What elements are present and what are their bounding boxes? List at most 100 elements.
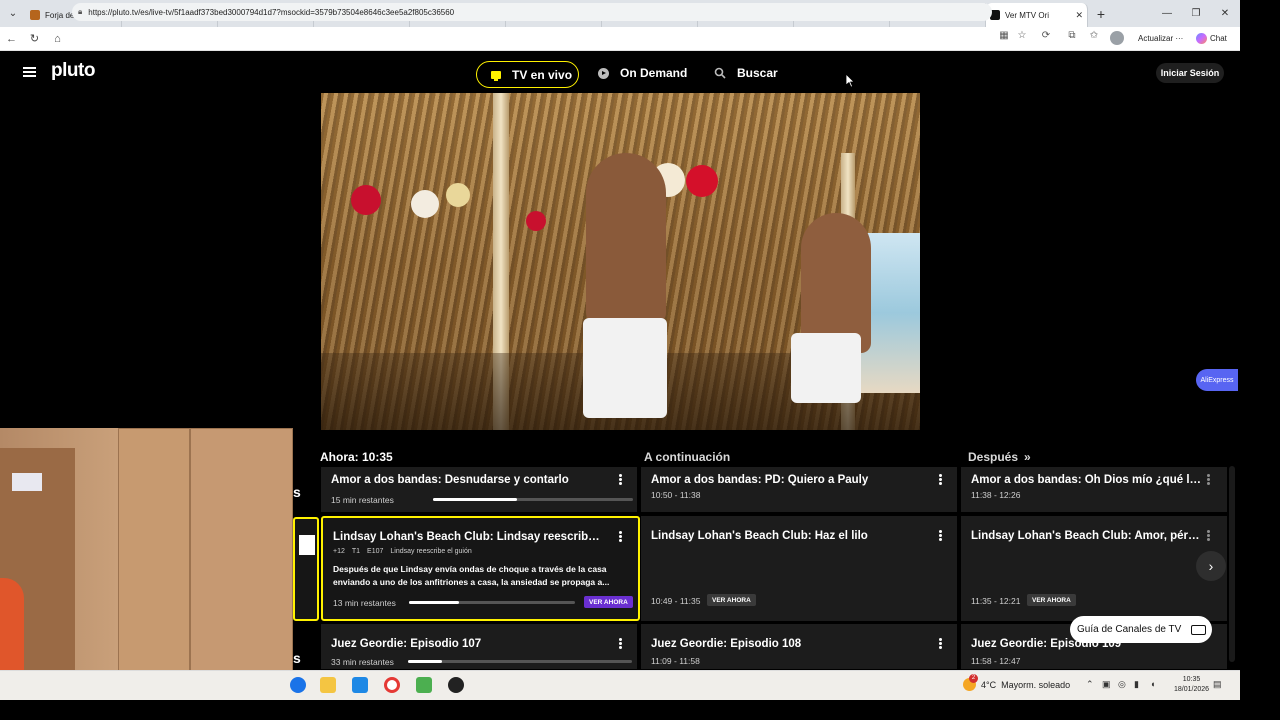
tray-network-icon[interactable]: ◎ [1118, 679, 1126, 690]
tray-volume-icon[interactable]: ◖ [1150, 679, 1155, 689]
split-screen-icon[interactable]: ⧉ [1064, 30, 1080, 41]
person-figure [801, 213, 871, 353]
more-options-icon[interactable] [619, 474, 622, 485]
browser-tab[interactable]: Ver MTV Ori ✕ [986, 3, 1088, 27]
url-text: https://pluto.tv/es/live-tv/5f1aadf373be… [88, 7, 455, 17]
clock-time: 10:35 [1182, 676, 1201, 683]
extensions-icon[interactable]: ⟳ [1038, 30, 1054, 41]
watch-now-button[interactable]: VER AHORA [584, 596, 633, 608]
pluto-logo[interactable]: pluto [51, 60, 95, 82]
col-after-header[interactable]: Después » [968, 450, 1031, 464]
program-title: Lindsay Lohan's Beach Club: Lindsay rees… [333, 531, 603, 543]
weather-widget[interactable]: 2 4°C Mayorm. soleado [963, 674, 1071, 691]
more-options-icon[interactable] [939, 530, 942, 541]
more-options-icon[interactable] [1207, 530, 1210, 541]
taskbar-clock[interactable]: 10:35 18/01/2026 [1174, 675, 1209, 695]
webcam-overlay [0, 428, 293, 688]
outlook-icon[interactable] [352, 677, 368, 693]
profile-avatar[interactable] [1110, 31, 1124, 45]
channel-logo-partial[interactable]: s [293, 650, 301, 666]
program-title: Amor a dos bandas: Desnudarse y contarlo [331, 474, 569, 486]
nav-on-demand[interactable]: On Demand [598, 66, 687, 80]
restore-icon[interactable]: ❐ [1181, 0, 1211, 27]
menu-icon[interactable] [23, 67, 36, 77]
copilot-chat-button[interactable]: Chat [1196, 30, 1227, 47]
more-options-icon[interactable] [619, 638, 622, 649]
program-time: 11:09 - 11:58 [651, 656, 700, 666]
program-title: Amor a dos bandas: Oh Dios mío ¿qué le .… [971, 474, 1203, 486]
back-icon[interactable]: ← [0, 33, 23, 45]
balloon [686, 165, 718, 197]
edge-icon[interactable] [290, 677, 306, 693]
notifications-icon[interactable]: ▤ [1213, 679, 1222, 690]
minimize-icon[interactable]: — [1152, 0, 1182, 27]
watch-now-button[interactable]: VER AHORA [707, 594, 756, 606]
guide-button-label: Guía de Canales de TV [1077, 624, 1182, 635]
nav-tv-en-vivo[interactable]: TV en vivo [476, 61, 579, 88]
aliexpress-extension-pill[interactable]: AliExpress [1196, 369, 1238, 391]
more-options-icon[interactable] [939, 638, 942, 649]
program-cell-after[interactable]: Lindsay Lohan's Beach Club: Amor, pérdi.… [961, 516, 1227, 621]
nav-search[interactable]: Buscar [714, 66, 778, 80]
tray-mic-icon[interactable]: ▮ [1134, 679, 1139, 690]
program-cell-after[interactable]: Amor a dos bandas: Oh Dios mío ¿qué le .… [961, 467, 1227, 512]
file-explorer-icon[interactable] [320, 677, 336, 693]
tab-label: Ver MTV Ori [1005, 10, 1050, 20]
opera-icon[interactable] [384, 677, 400, 693]
person-shorts [791, 333, 861, 403]
balloon [526, 211, 546, 231]
more-options-icon[interactable] [939, 474, 942, 485]
tray-app-icon[interactable]: ▣ [1102, 679, 1111, 690]
tray-chevron-icon[interactable]: ⌃ [1086, 679, 1094, 690]
nav-live-label: TV en vivo [512, 67, 573, 82]
channel-tile-selected[interactable] [293, 517, 319, 621]
program-title: Juez Geordie: Episodio 108 [651, 638, 802, 650]
mouse-cursor-icon [846, 74, 855, 88]
episode-meta: +12 T1 E107 Lindsay reescribe el guión [333, 548, 472, 555]
program-title: Lindsay Lohan's Beach Club: Haz el lilo [651, 530, 868, 542]
program-cell-next[interactable]: Lindsay Lohan's Beach Club: Haz el lilo … [641, 516, 957, 621]
grid-icon[interactable]: ▦ [996, 30, 1012, 41]
favorite-star-icon[interactable]: ☆ [1014, 30, 1030, 41]
video-player[interactable] [321, 93, 920, 430]
guide-next-arrow-icon[interactable]: › [1196, 551, 1226, 581]
program-cell-now[interactable]: Amor a dos bandas: Desnudarse y contarlo… [321, 467, 637, 512]
program-cell-next[interactable]: Amor a dos bandas: PD: Quiero a Pauly 10… [641, 467, 957, 512]
copilot-icon [1196, 33, 1207, 44]
close-window-icon[interactable]: ✕ [1210, 0, 1240, 27]
program-time: 10:49 - 11:35 [651, 596, 701, 606]
update-button[interactable]: Actualizar ··· [1132, 30, 1189, 47]
webcam-door [118, 428, 190, 688]
home-icon[interactable]: ⌂ [46, 33, 69, 45]
tab-list-chevron-icon[interactable]: ⌄ [0, 0, 26, 27]
nav-ondemand-label: On Demand [620, 66, 688, 80]
app-icon[interactable] [416, 677, 432, 693]
webcam-door [190, 428, 293, 688]
play-circle-icon [598, 67, 609, 79]
app-red-icon[interactable] [448, 677, 464, 693]
nav-search-label: Buscar [737, 66, 778, 80]
refresh-icon[interactable]: ↻ [23, 32, 46, 45]
program-cell-next[interactable]: Juez Geordie: Episodio 108 11:09 - 11:58 [641, 624, 957, 669]
remaining-time: 15 min restantes [331, 495, 394, 505]
login-button[interactable]: Iniciar Sesión [1156, 63, 1224, 83]
weather-text: Mayorm. soleado [1001, 679, 1071, 690]
new-tab-plus-icon[interactable]: + [1088, 6, 1114, 22]
tab-close-icon[interactable]: ✕ [1075, 10, 1083, 21]
rating: +12 [333, 548, 345, 555]
program-time: 11:58 - 12:47 [971, 656, 1021, 666]
url-field[interactable]: 🔒︎ https://pluto.tv/es/live-tv/5f1aadf37… [72, 3, 992, 21]
channel-logo-partial[interactable]: s [293, 484, 301, 500]
progress-bar [409, 601, 575, 604]
episode: E107 [367, 548, 384, 555]
more-options-icon[interactable] [619, 531, 622, 542]
favorites-icon[interactable]: ✩ [1086, 30, 1102, 41]
more-options-icon[interactable] [1207, 474, 1210, 485]
program-cell-now-selected[interactable]: Lindsay Lohan's Beach Club: Lindsay rees… [321, 516, 640, 621]
screen-edge [1240, 0, 1280, 720]
watch-now-button[interactable]: VER AHORA [1027, 594, 1076, 606]
guide-scrollbar[interactable] [1229, 466, 1235, 662]
program-title: Amor a dos bandas: PD: Quiero a Pauly [651, 474, 869, 486]
program-cell-now[interactable]: Juez Geordie: Episodio 107 33 min restan… [321, 624, 637, 669]
tv-channel-guide-button[interactable]: Guía de Canales de TV [1070, 616, 1212, 643]
